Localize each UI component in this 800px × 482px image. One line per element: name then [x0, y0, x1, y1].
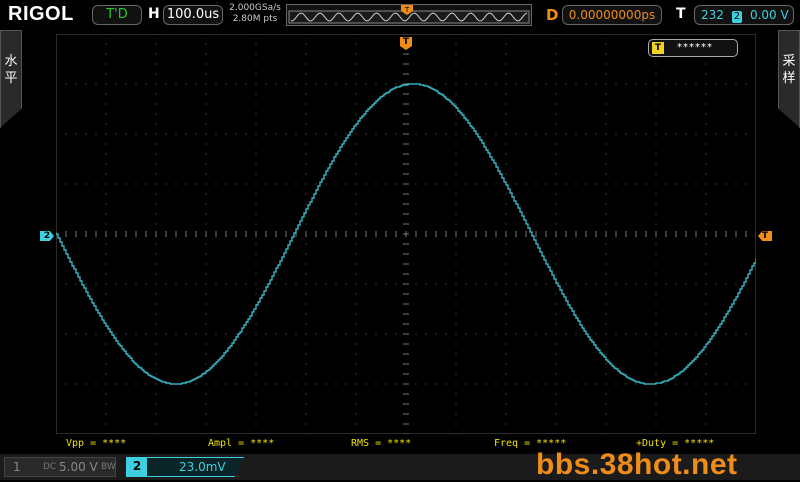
- memory-overview-bar[interactable]: T: [286, 4, 532, 26]
- ch2-offset-marker[interactable]: 2: [40, 231, 54, 241]
- acquire-menu-tab[interactable]: 采样: [778, 30, 800, 128]
- trigger-settings[interactable]: 232 2 0.00 V: [694, 5, 794, 25]
- trigger-level-marker[interactable]: T: [758, 231, 772, 241]
- measurement-vpp[interactable]: Vpp = ****: [66, 438, 126, 449]
- trigger-status-icon: T: [652, 42, 664, 54]
- ch1-number: 1: [13, 460, 21, 474]
- watermark: bbs.38hot.net: [536, 448, 738, 481]
- memory-trigger-marker: T: [404, 6, 410, 14]
- acquisition-info: 2.000GSa/s 2.80M pts: [228, 3, 282, 25]
- ch2-tab[interactable]: 2 23.0mV: [126, 457, 244, 477]
- ch2-number: 2: [127, 457, 147, 477]
- memory-waveform-preview: T: [288, 5, 530, 24]
- memory-depth: 2.80M pts: [232, 14, 278, 24]
- ch2-scale: 23.0mV: [179, 460, 226, 474]
- sample-rate: 2.000GSa/s: [229, 3, 281, 13]
- horizontal-delay[interactable]: 0.00000000ps: [562, 5, 662, 25]
- trigger-label: T: [676, 6, 686, 22]
- delay-label: D: [546, 6, 559, 24]
- timebase-scale[interactable]: 100.0us: [163, 5, 223, 25]
- bandwidth-limit-icon: BW: [101, 462, 116, 472]
- trigger-level: 0.00 V: [749, 8, 789, 22]
- top-status-bar: RIGOL T'D H 100.0us 2.000GSa/s 2.80M pts…: [0, 0, 800, 30]
- horizontal-label: H: [148, 6, 160, 22]
- ch1-scale: 5.00 V: [59, 460, 98, 474]
- waveform-display[interactable]: [56, 34, 756, 434]
- ch1-tab[interactable]: 1 DC 5.00 V BW: [4, 457, 116, 477]
- trigger-status-text: ******: [677, 42, 713, 53]
- horizontal-menu-tab[interactable]: 水平: [0, 30, 22, 128]
- trigger-source-badge: 2: [731, 11, 743, 23]
- dc-coupling-icon: DC: [43, 462, 57, 472]
- measurement-ampl[interactable]: Ampl = ****: [208, 438, 274, 449]
- trigger-counter: 232: [701, 8, 724, 22]
- measurement-rms[interactable]: RMS = ****: [351, 438, 411, 449]
- run-status-button[interactable]: T'D: [92, 5, 142, 25]
- trigger-status-box: T ******: [648, 39, 738, 57]
- brand-logo: RIGOL: [8, 3, 74, 25]
